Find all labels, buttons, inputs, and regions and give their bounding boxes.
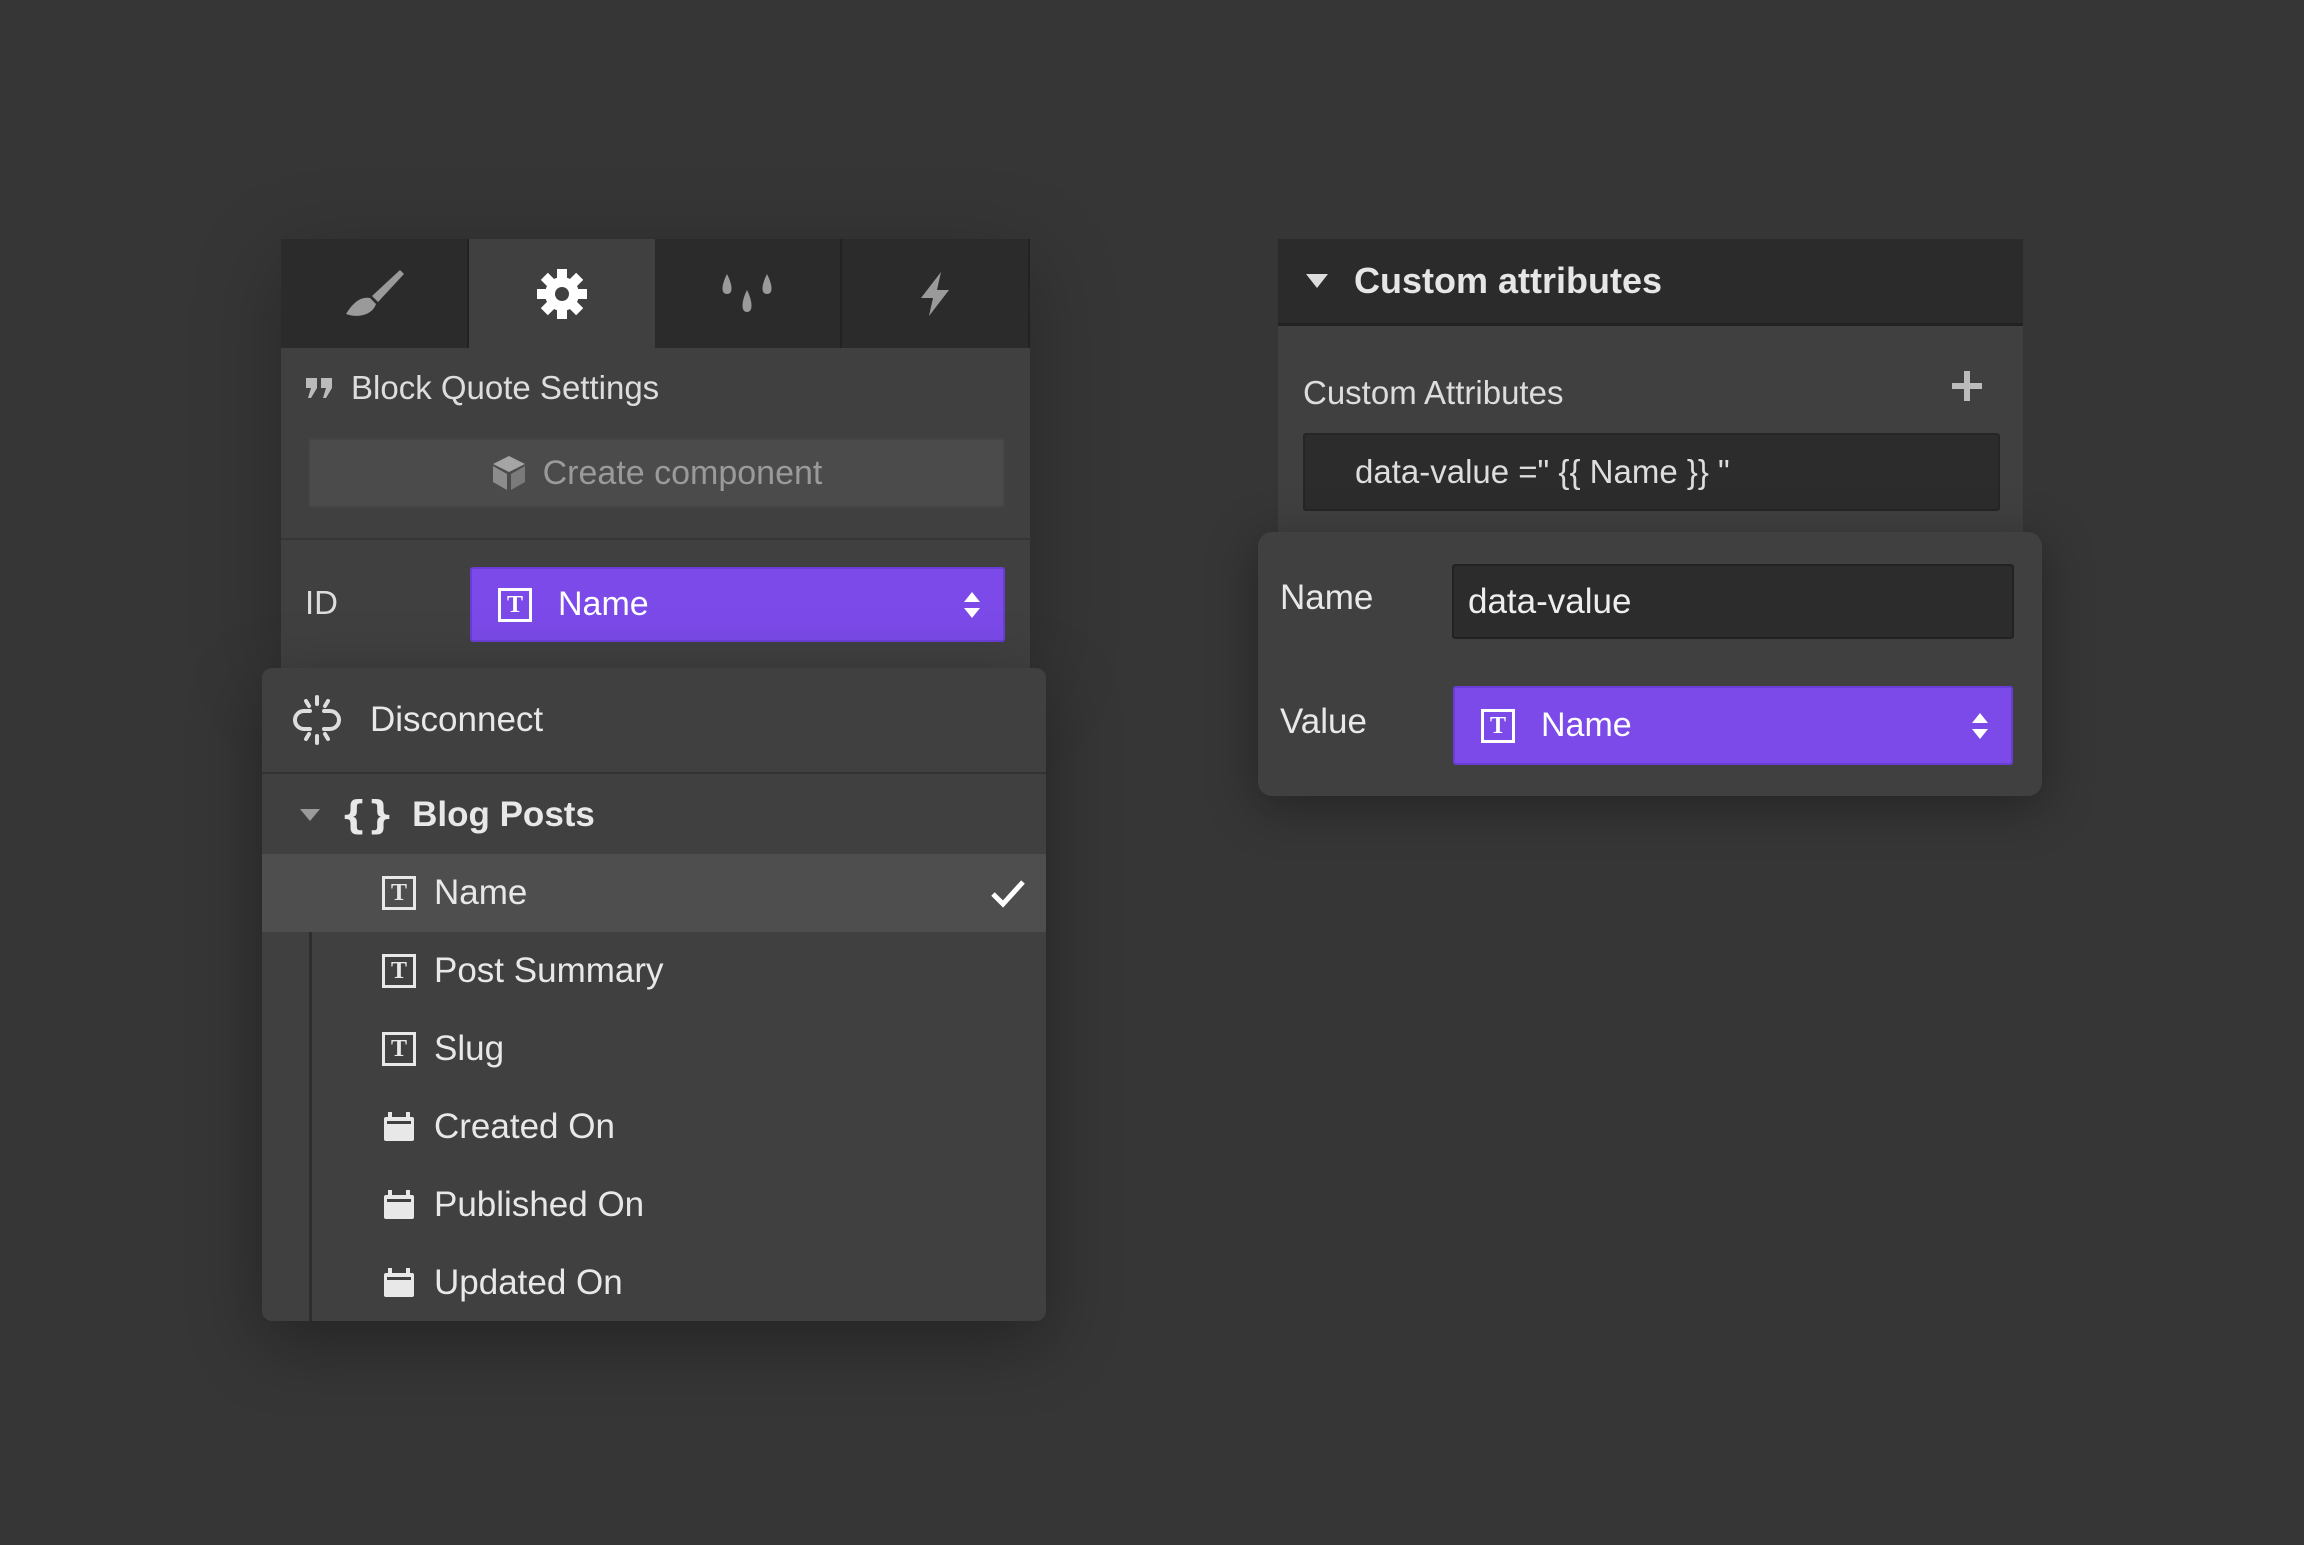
collection-group-blog-posts[interactable]: {} Blog Posts xyxy=(262,776,1046,854)
field-label: Name xyxy=(434,873,527,913)
section-title: Block Quote Settings xyxy=(351,369,659,407)
select-arrows-icon xyxy=(963,591,981,619)
brush-icon xyxy=(342,266,406,322)
element-settings-panel: Block Quote Settings Create component ID… xyxy=(281,239,1030,669)
collection-label: Blog Posts xyxy=(412,795,595,835)
plus-icon xyxy=(1950,369,1984,403)
custom-attributes-label: Custom Attributes xyxy=(1303,374,1563,412)
gear-icon xyxy=(535,267,589,321)
checkmark-icon xyxy=(990,878,1026,908)
quote-icon xyxy=(305,376,335,400)
text-field-icon: T xyxy=(1481,709,1515,743)
create-component-button[interactable]: Create component xyxy=(308,438,1005,508)
value-select-value: Name xyxy=(1541,706,1632,745)
name-label: Name xyxy=(1280,578,1373,618)
id-binding-select[interactable]: T Name xyxy=(470,567,1005,642)
id-select-value: Name xyxy=(558,585,649,624)
custom-attributes-title: Custom attributes xyxy=(1354,260,1662,302)
create-component-label: Create component xyxy=(543,454,823,493)
field-label: Published On xyxy=(434,1185,644,1225)
field-label: Slug xyxy=(434,1029,504,1069)
text-field-icon: T xyxy=(382,876,416,910)
caret-down-icon xyxy=(298,807,322,823)
select-arrows-icon xyxy=(1971,712,1989,740)
panel-tabs xyxy=(281,239,1030,348)
field-label: Created On xyxy=(434,1107,615,1147)
calendar-icon xyxy=(382,1111,416,1143)
lightning-icon xyxy=(915,270,955,318)
field-option[interactable]: Updated On xyxy=(262,1244,1046,1321)
divider xyxy=(281,538,1030,540)
drops-icon xyxy=(717,270,777,318)
disconnect-label: Disconnect xyxy=(370,700,543,740)
value-label: Value xyxy=(1280,702,1367,742)
attribute-value-select[interactable]: T Name xyxy=(1453,686,2013,765)
calendar-icon xyxy=(382,1189,416,1221)
custom-attributes-header[interactable]: Custom attributes xyxy=(1278,239,2023,326)
field-option[interactable]: Created On xyxy=(262,1088,1046,1166)
caret-down-icon xyxy=(1304,272,1330,290)
tab-interactions[interactable] xyxy=(842,239,1030,348)
attribute-entry-text: data-value =" {{ Name }} " xyxy=(1355,453,1730,491)
section-header: Block Quote Settings xyxy=(305,369,659,407)
custom-attributes-panel: Custom attributes Custom Attributes data… xyxy=(1278,239,2023,539)
field-label: Updated On xyxy=(434,1263,623,1303)
text-field-icon: T xyxy=(498,588,532,622)
field-option[interactable]: T Name xyxy=(262,854,1046,932)
attribute-name-value: data-value xyxy=(1468,582,1631,622)
field-option[interactable]: T Post Summary xyxy=(262,932,1046,1010)
attribute-name-input[interactable]: data-value xyxy=(1452,564,2014,639)
disconnect-link-icon xyxy=(292,695,342,745)
component-cube-icon xyxy=(491,454,527,492)
field-label: Post Summary xyxy=(434,951,664,991)
id-label: ID xyxy=(305,584,338,622)
field-option[interactable]: T Slug xyxy=(262,1010,1046,1088)
tab-style-manager[interactable] xyxy=(655,239,843,348)
field-option[interactable]: Published On xyxy=(262,1166,1046,1244)
collection-braces-icon: {} xyxy=(340,793,394,837)
add-attribute-button[interactable] xyxy=(1950,369,1984,408)
tab-settings[interactable] xyxy=(469,239,655,348)
field-binding-dropdown: Disconnect {} Blog Posts T Name T Post Summ… xyxy=(262,668,1046,1321)
text-field-icon: T xyxy=(382,1032,416,1066)
attribute-entry[interactable]: data-value =" {{ Name }} " xyxy=(1303,433,2000,511)
text-field-icon: T xyxy=(382,954,416,988)
disconnect-option[interactable]: Disconnect xyxy=(262,668,1046,774)
edit-attribute-popup: Name data-value Value T Name xyxy=(1258,532,2042,796)
calendar-icon xyxy=(382,1267,416,1299)
tab-style[interactable] xyxy=(281,239,469,348)
